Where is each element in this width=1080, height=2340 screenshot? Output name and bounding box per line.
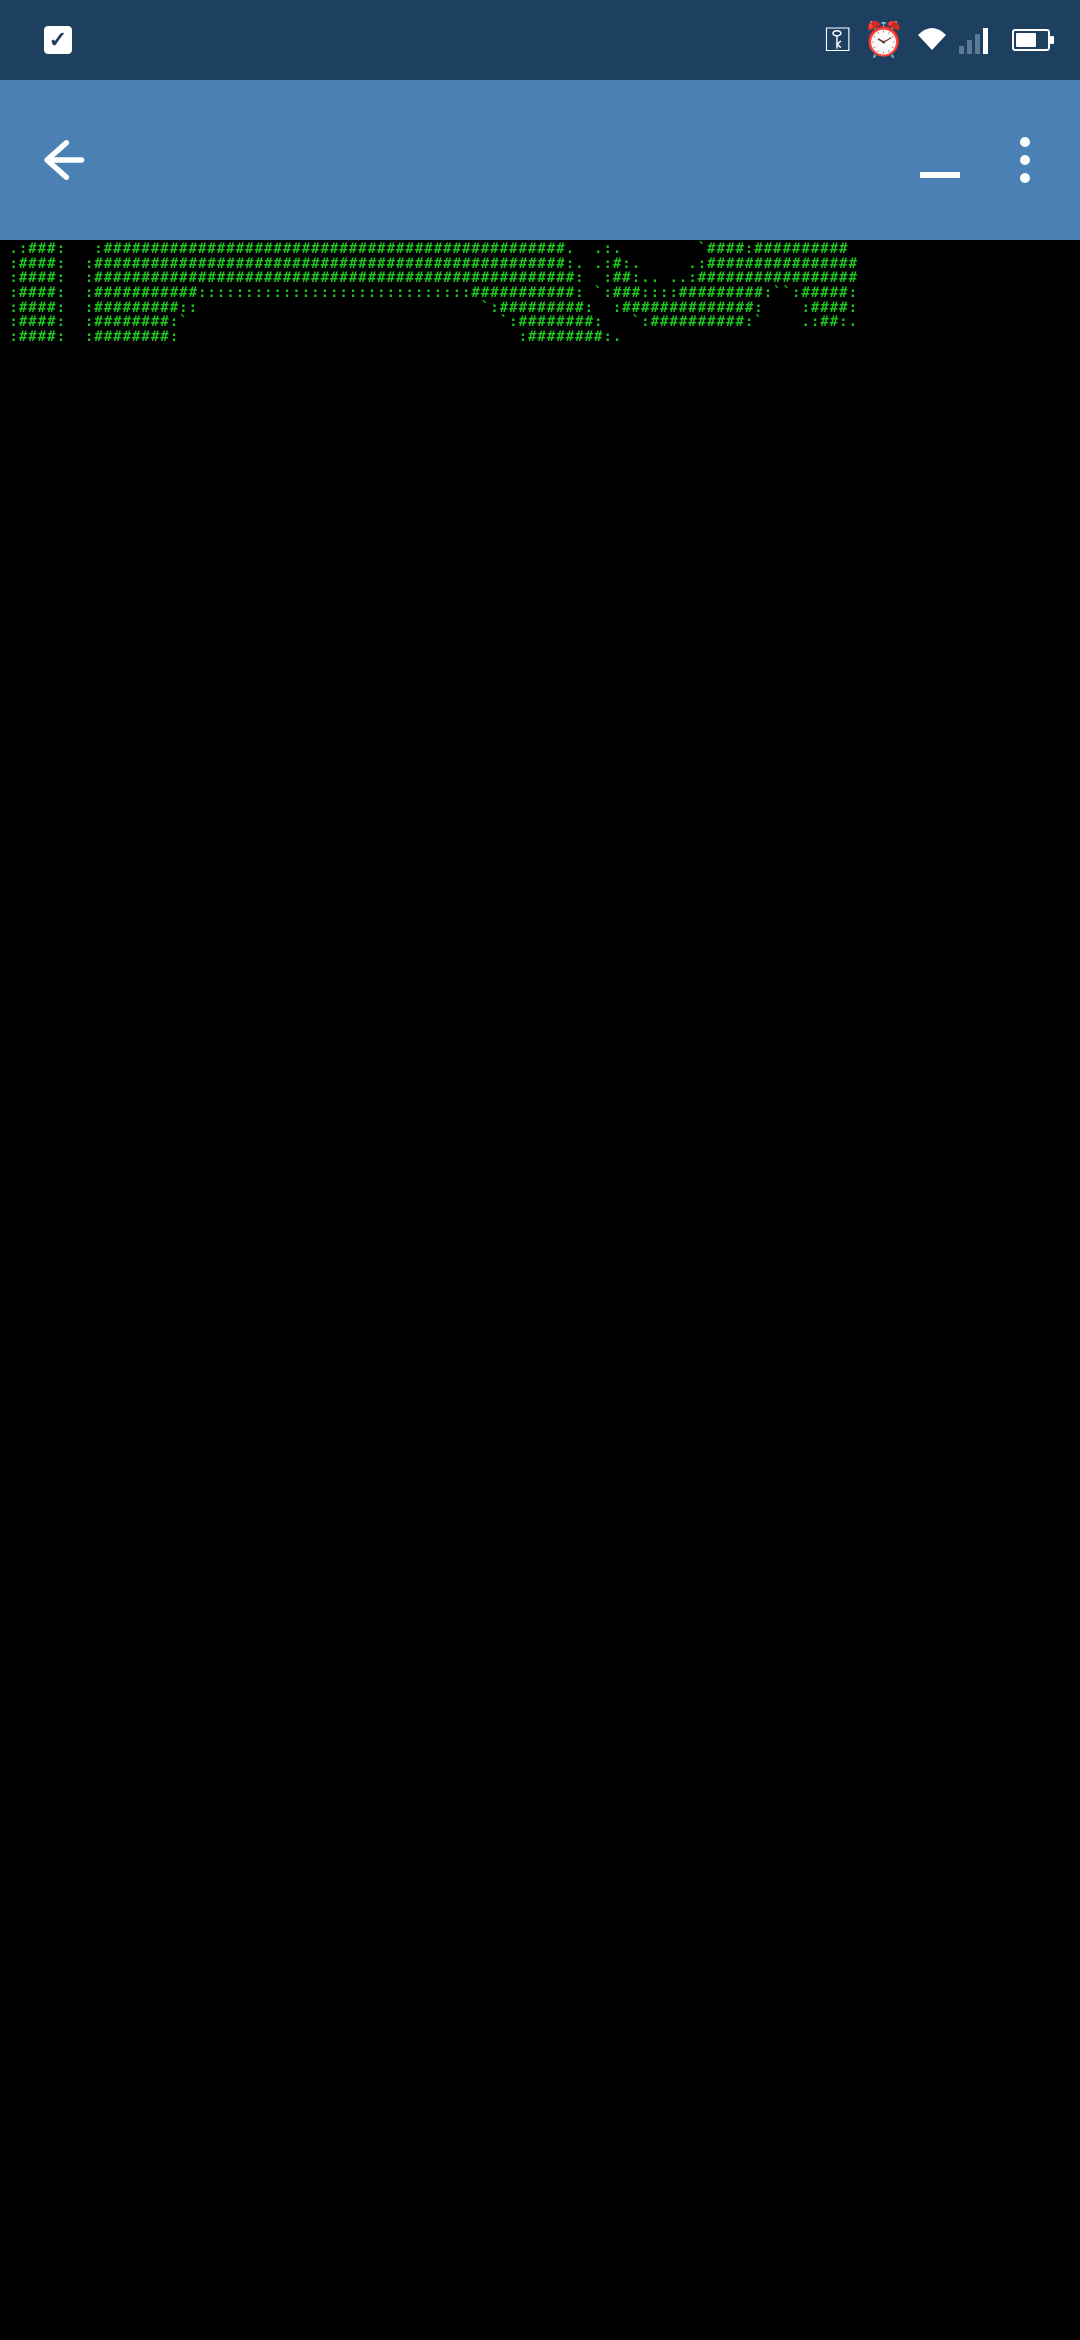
overflow-menu-button[interactable] [1000, 137, 1050, 183]
alarm-icon: ⏰ [863, 20, 905, 60]
signal-icon [959, 26, 988, 54]
wifi-icon [917, 21, 947, 60]
back-button[interactable] [30, 130, 90, 190]
battery-icon [1012, 29, 1050, 51]
checkbox-icon: ✓ [44, 26, 72, 54]
status-left: ✓ [30, 26, 72, 54]
vpn-key-icon: ⚿ [825, 21, 851, 60]
ascii-art-block: .:###: :################################… [0, 240, 1080, 345]
app-bar [0, 80, 1080, 240]
status-right: ⚿ ⏰ [825, 20, 1050, 60]
minimize-button[interactable] [920, 172, 960, 178]
terminal-output[interactable]: .:###: :################################… [0, 240, 1080, 2340]
ascii-art: .:###: :################################… [0, 240, 1080, 345]
status-bar: ✓ ⚿ ⏰ [0, 0, 1080, 80]
